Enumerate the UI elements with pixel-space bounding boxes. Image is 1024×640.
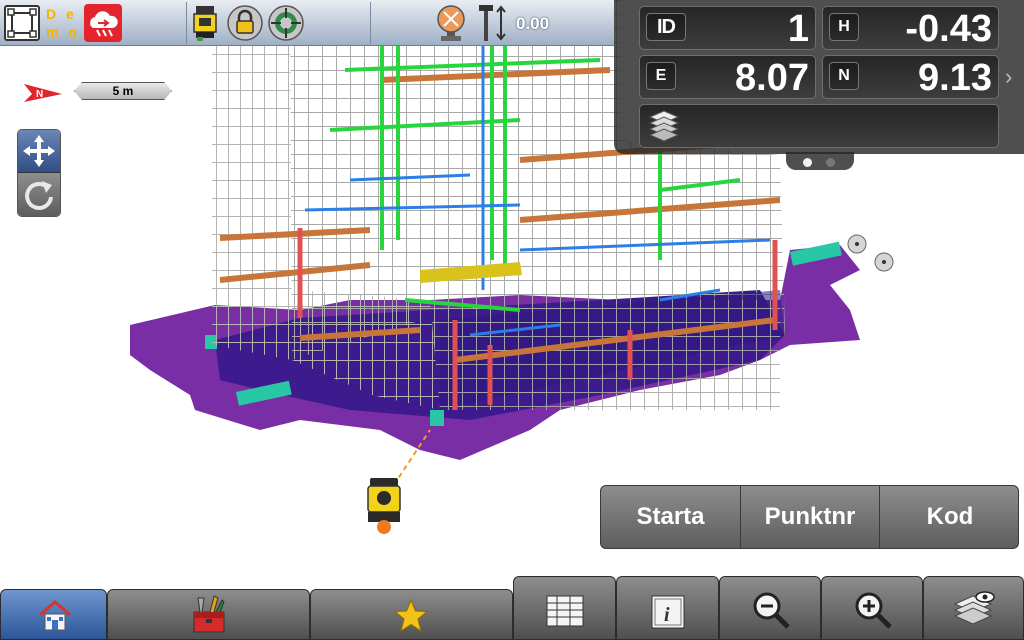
point-number-button[interactable]: Punktnr [741, 486, 880, 548]
id-label: ID [646, 13, 686, 41]
bottom-toolbar: i [0, 576, 1024, 640]
rotate-mode-button[interactable] [18, 173, 60, 216]
e-value: 8.07 [735, 57, 809, 99]
rod-height-icon[interactable] [474, 3, 510, 43]
h-field[interactable]: H -0.43 [822, 6, 999, 50]
project-layout-button[interactable] [4, 5, 40, 41]
h-label: H [829, 13, 859, 41]
layer-field[interactable] [639, 104, 999, 148]
info-icon: i [651, 595, 685, 629]
action-button-group: Starta Punktnr Kod [600, 485, 1019, 549]
n-field[interactable]: N 9.13 [822, 55, 999, 99]
cloud-sync-button[interactable] [84, 4, 122, 42]
demo-line-2: m o [46, 24, 80, 40]
move-arrows-icon [23, 135, 55, 167]
height-offset-value: 0.00 [516, 14, 550, 33]
n-label: N [829, 62, 859, 90]
e-field[interactable]: E 8.07 [639, 55, 816, 99]
lock-icon[interactable] [227, 5, 263, 41]
favorites-icon [393, 598, 429, 633]
toolbox-icon [193, 595, 225, 633]
code-button[interactable]: Kod [880, 486, 1018, 548]
north-arrow-icon[interactable]: N [22, 80, 64, 104]
demo-label: D e m o [46, 5, 80, 41]
start-button[interactable]: Starta [601, 486, 741, 548]
h-value: -0.43 [905, 8, 992, 50]
zoom-in-icon [855, 592, 892, 629]
favorites-button[interactable] [310, 589, 513, 640]
demo-line-1: D e [46, 6, 77, 22]
layout-icon [7, 8, 37, 38]
e-label: E [646, 62, 676, 90]
divider [370, 2, 371, 44]
id-value: 1 [787, 8, 809, 50]
layer-visibility-icon [953, 591, 995, 625]
divider [186, 2, 187, 44]
panel-next-arrow[interactable]: › [1005, 64, 1012, 90]
prism-icon[interactable] [433, 3, 469, 43]
pan-mode-button[interactable] [18, 130, 60, 173]
svg-text:N: N [36, 89, 43, 100]
table-icon [546, 595, 584, 627]
info-button[interactable]: i [616, 576, 719, 640]
zoom-out-icon [753, 592, 790, 629]
building-left-face [212, 0, 292, 360]
instrument-icon[interactable] [192, 4, 218, 42]
layer-visibility-button[interactable] [923, 576, 1024, 640]
rotate-icon [25, 181, 53, 210]
tools-button[interactable] [107, 589, 310, 640]
table-view-button[interactable] [513, 576, 616, 640]
target-icon[interactable] [268, 5, 304, 41]
svg-text:i: i [664, 604, 670, 626]
status-bar: D e m o 0.00 [0, 0, 614, 46]
home-icon [39, 600, 71, 631]
page-dot-active[interactable] [803, 158, 812, 167]
navigation-mode-group [17, 129, 61, 217]
app-root: D e m o 0.00 › ID 1 H -0.43 E 8.07 N 9.1… [0, 0, 1024, 640]
n-value: 9.13 [918, 57, 992, 99]
zoom-in-button[interactable] [821, 576, 923, 640]
scale-bar: 5 m [74, 82, 172, 100]
cloud-sync-icon [90, 11, 118, 37]
panel-tab[interactable] [786, 152, 854, 170]
home-button[interactable] [0, 589, 107, 640]
zoom-out-button[interactable] [719, 576, 821, 640]
footing [430, 410, 444, 426]
page-dot[interactable] [826, 158, 835, 167]
id-field[interactable]: ID 1 [639, 6, 816, 50]
layers-icon [648, 110, 680, 142]
total-station-icon[interactable] [367, 478, 401, 534]
